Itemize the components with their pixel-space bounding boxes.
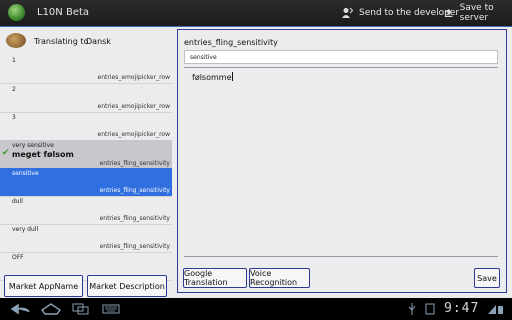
main-panel: Translating to Dansk 1 entries_emojipick… — [0, 27, 512, 298]
language-icon — [6, 33, 26, 48]
app-globe-icon[interactable] — [8, 4, 25, 21]
usb-icon — [408, 303, 416, 315]
string-key: entries_fling_sensitivity — [99, 187, 170, 194]
google-translation-button[interactable]: Google Translation — [183, 268, 247, 288]
source-text: OFF — [12, 254, 24, 261]
save-button[interactable]: Save — [474, 268, 500, 288]
translation-value: følsomme — [192, 73, 232, 82]
send-to-developer-button[interactable]: Send to the developer — [341, 6, 459, 20]
app-title: L10N Beta — [37, 7, 90, 18]
language-header: Translating to Dansk — [0, 27, 174, 55]
keyboard-icon[interactable] — [100, 302, 122, 316]
list-item-selected[interactable]: sensitive entries_fling_sensitivity — [0, 168, 172, 197]
translated-text: meget følsom — [12, 150, 74, 159]
source-text: dull — [12, 198, 23, 205]
person-icon — [342, 7, 353, 18]
save-to-server-button[interactable]: Save to server — [444, 3, 512, 23]
list-item[interactable]: 1 entries_emojipicker_row — [0, 55, 172, 84]
clock: 9:47 — [444, 301, 480, 316]
recent-apps-icon[interactable] — [70, 302, 92, 316]
home-icon[interactable] — [40, 302, 62, 316]
target-language: Dansk — [86, 37, 111, 46]
source-text: 2 — [12, 86, 16, 93]
save-label: Save to server — [459, 3, 494, 23]
upload-icon — [445, 8, 453, 18]
check-icon: ✔ — [2, 148, 10, 158]
string-key: entries_fling_sensitivity — [99, 215, 170, 222]
source-text: 3 — [12, 114, 16, 121]
translating-to-label: Translating to — [34, 37, 89, 46]
strings-list[interactable]: 1 entries_emojipicker_row 2 entries_emoj… — [0, 55, 172, 287]
action-bar: L10N Beta Send to the developer Save to … — [0, 0, 512, 27]
list-item[interactable]: dull entries_fling_sensitivity — [0, 196, 172, 225]
market-appname-button[interactable]: Market AppName — [4, 275, 83, 297]
source-text: very sensitive — [12, 142, 54, 149]
battery-wifi-icon — [488, 305, 503, 314]
list-item[interactable]: 2 entries_emojipicker_row — [0, 84, 172, 113]
list-item[interactable]: very dull entries_fling_sensitivity — [0, 224, 172, 253]
source-text-field: sensitive — [184, 50, 498, 64]
text-cursor — [231, 72, 233, 81]
back-icon[interactable] — [10, 302, 32, 316]
source-text: very dull — [12, 226, 39, 233]
strings-pane: Translating to Dansk 1 entries_emojipick… — [0, 27, 174, 298]
translation-input[interactable]: følsomme — [184, 67, 498, 257]
string-key: entries_fling_sensitivity — [99, 160, 170, 167]
voice-recognition-button[interactable]: Voice Recognition — [249, 268, 310, 288]
string-key: entries_emojipicker_row — [97, 131, 170, 138]
source-text: 1 — [12, 57, 16, 64]
string-key-title: entries_fling_sensitivity — [184, 38, 278, 47]
string-key: entries_emojipicker_row — [97, 74, 170, 81]
list-item[interactable]: 3 entries_emojipicker_row — [0, 112, 172, 141]
string-key: entries_fling_sensitivity — [99, 243, 170, 250]
source-text: sensitive — [12, 170, 39, 177]
market-description-button[interactable]: Market Description — [87, 275, 167, 297]
notification-icon[interactable] — [424, 302, 436, 316]
list-item-translated[interactable]: ✔ very sensitive meget følsom entries_fl… — [0, 140, 172, 170]
string-key: entries_emojipicker_row — [97, 103, 170, 110]
translation-editor: entries_fling_sensitivity sensitive føls… — [177, 29, 507, 293]
system-bar: 9:47 — [0, 298, 512, 320]
